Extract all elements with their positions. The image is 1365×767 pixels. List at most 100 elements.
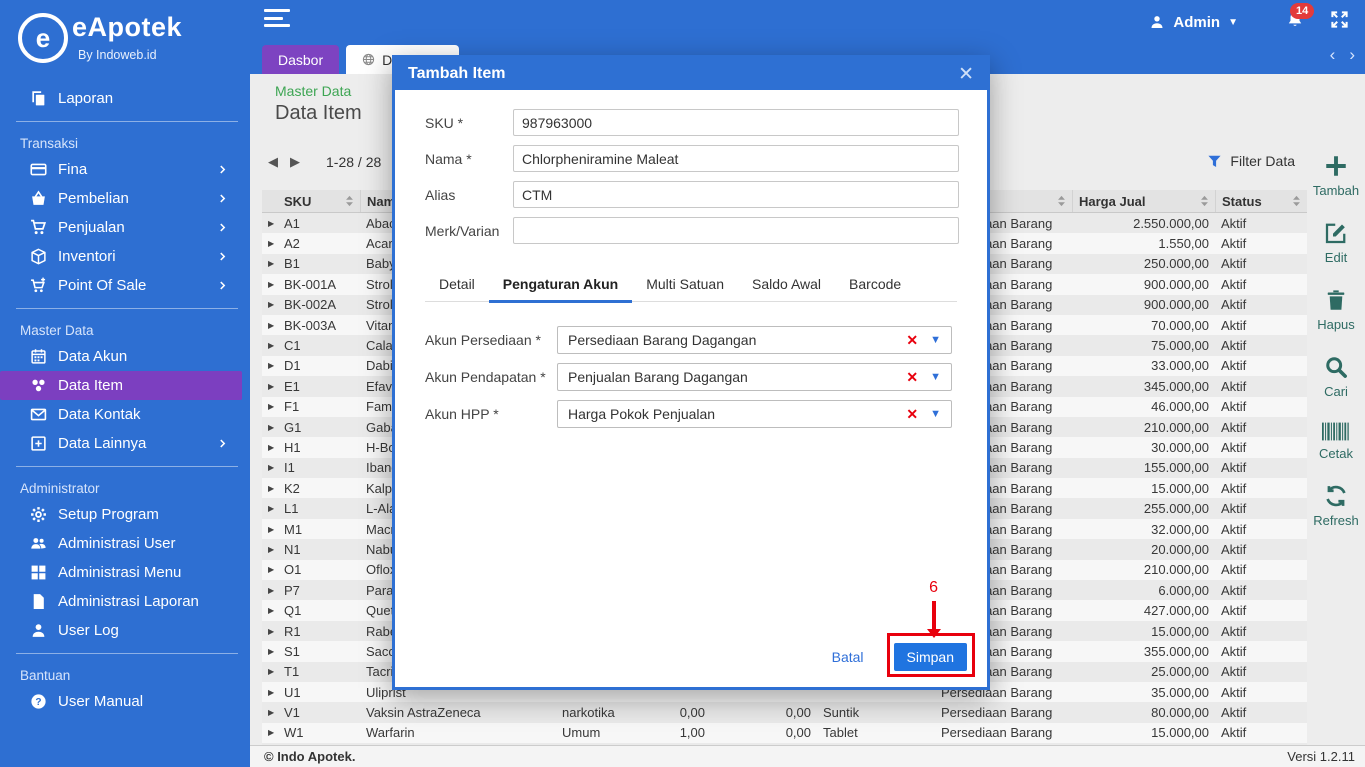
cetak-button[interactable]: Cetak (1319, 422, 1353, 461)
sku-input[interactable] (513, 109, 959, 136)
gear-icon (30, 506, 47, 523)
grid-icon (30, 564, 47, 581)
sidebar-item-user-manual[interactable]: ? User Manual (0, 687, 250, 716)
sidebar-item-laporan[interactable]: Laporan (0, 84, 250, 113)
batal-button[interactable]: Batal (832, 649, 864, 665)
brand: e eApotek By Indoweb.id (0, 0, 250, 84)
sidebar-item-data-item[interactable]: Data Item (0, 371, 242, 400)
row-expand-icon[interactable]: ▶ (262, 259, 278, 268)
table-row[interactable]: ▶ W1 Warfarin Umum 1,00 0,00 Tablet Persediaan … (262, 722, 1307, 744)
nama-input[interactable] (513, 145, 959, 172)
sidebar-item-user-log[interactable]: User Log (0, 616, 250, 645)
tab-scroll-right-icon[interactable]: › (1349, 46, 1355, 63)
table-row[interactable]: ▶ V1 Vaksin AstraZeneca narkotika 0,00 0,00 Su… (262, 702, 1307, 723)
tab-dasbor[interactable]: Dasbor (262, 45, 340, 74)
row-expand-icon[interactable]: ▶ (262, 463, 278, 472)
row-expand-icon[interactable]: ▶ (262, 606, 278, 615)
sidebar-item-data-akun[interactable]: Data Akun (0, 342, 250, 371)
tab-scroll-left-icon[interactable]: ‹ (1330, 46, 1336, 63)
sidebar-item-administrasi-user[interactable]: Administrasi User (0, 529, 250, 558)
row-expand-icon[interactable]: ▶ (262, 728, 278, 737)
row-expand-icon[interactable]: ▶ (262, 402, 278, 411)
column-header-status[interactable]: Status (1215, 190, 1307, 212)
caret-down-icon[interactable]: ▼ (930, 334, 941, 346)
row-expand-icon[interactable]: ▶ (262, 280, 278, 289)
alias-input[interactable] (513, 181, 959, 208)
page-prev-icon[interactable]: ◀ (268, 154, 278, 170)
fullscreen-button[interactable] (1330, 10, 1349, 34)
clear-icon[interactable]: ✕ (906, 406, 918, 423)
row-expand-icon[interactable]: ▶ (262, 586, 278, 595)
row-expand-icon[interactable]: ▶ (262, 525, 278, 534)
row-expand-icon[interactable]: ▶ (262, 443, 278, 452)
row-expand-icon[interactable]: ▶ (262, 300, 278, 309)
row-expand-icon[interactable]: ▶ (262, 361, 278, 370)
refresh-button[interactable]: Refresh (1313, 484, 1359, 528)
row-expand-icon[interactable]: ▶ (262, 627, 278, 636)
cell-sku: R1 (284, 623, 301, 639)
merk-varian-input[interactable] (513, 217, 959, 244)
modal-tab-detail[interactable]: Detail (425, 269, 489, 301)
modal-tab-barcode[interactable]: Barcode (835, 269, 915, 301)
notifications-button[interactable]: 14 (1286, 2, 1315, 34)
row-expand-icon[interactable]: ▶ (262, 341, 278, 350)
edit-icon (1324, 221, 1348, 245)
modal-tab-multi-satuan[interactable]: Multi Satuan (632, 269, 738, 301)
modal-tab-saldo-awal[interactable]: Saldo Awal (738, 269, 835, 301)
sidebar-item-pembelian[interactable]: Pembelian (0, 184, 250, 213)
row-expand-icon[interactable]: ▶ (262, 708, 278, 717)
row-expand-icon[interactable]: ▶ (262, 423, 278, 432)
akun-persediaan-select[interactable]: Persediaan Barang Dagangan ✕ ▼ (557, 326, 952, 354)
caret-down-icon[interactable]: ▼ (930, 371, 941, 383)
row-expand-icon[interactable]: ▶ (262, 484, 278, 493)
clear-icon[interactable]: ✕ (906, 332, 918, 349)
column-header-sku[interactable]: SKU (278, 190, 360, 212)
row-expand-icon[interactable]: ▶ (262, 504, 278, 513)
sidebar-item-inventori[interactable]: Inventori (0, 242, 250, 271)
sidebar-item-penjualan[interactable]: Penjualan (0, 213, 250, 242)
field-label: SKU * (425, 114, 464, 131)
sidebar-item-setup-program[interactable]: Setup Program (0, 500, 250, 529)
row-expand-icon[interactable]: ▶ (262, 219, 278, 228)
cell-status: Aktif (1221, 501, 1247, 517)
sidebar-item-data-kontak[interactable]: Data Kontak (0, 400, 250, 429)
row-expand-icon[interactable]: ▶ (262, 321, 278, 330)
caret-down-icon[interactable]: ▼ (930, 408, 941, 420)
cell-status: Aktif (1221, 664, 1247, 680)
sidebar-item-label: Administrasi Laporan (58, 593, 199, 610)
akun-hpp-select[interactable]: Harga Pokok Penjualan ✕ ▼ (557, 400, 952, 428)
row-expand-icon[interactable]: ▶ (262, 667, 278, 676)
basket-icon (30, 190, 47, 207)
sidebar-item-administrasi-laporan[interactable]: Administrasi Laporan (0, 587, 250, 616)
column-header-harga[interactable]: Harga Jual (1072, 190, 1215, 212)
row-expand-icon[interactable]: ▶ (262, 239, 278, 248)
field-label: Akun Persediaan * (425, 332, 541, 348)
hamburger-menu-icon[interactable] (264, 9, 290, 32)
close-icon[interactable]: ✕ (958, 65, 974, 84)
row-expand-icon[interactable]: ▶ (262, 565, 278, 574)
simpan-button[interactable]: Simpan (893, 643, 967, 671)
row-expand-icon[interactable]: ▶ (262, 545, 278, 554)
cell-sku: I1 (284, 460, 295, 476)
edit-button[interactable]: Edit (1324, 221, 1348, 265)
row-expand-icon[interactable]: ▶ (262, 382, 278, 391)
sidebar-item-administrasi-menu[interactable]: Administrasi Menu (0, 558, 250, 587)
modal-tab-pengaturan-akun[interactable]: Pengaturan Akun (488, 269, 633, 303)
sidebar-item-fina[interactable]: Fina (0, 155, 250, 184)
page-next-icon[interactable]: ▶ (290, 154, 300, 170)
expand-icon (1330, 10, 1349, 29)
akun-pendapatan-select[interactable]: Penjualan Barang Dagangan ✕ ▼ (557, 363, 952, 391)
row-expand-icon[interactable]: ▶ (262, 647, 278, 656)
hapus-button[interactable]: Hapus (1317, 288, 1355, 332)
notification-badge: 14 (1290, 2, 1315, 19)
sidebar-item-data-lainnya[interactable]: Data Lainnya (0, 429, 250, 458)
modal-title: Tambah Item (408, 65, 506, 82)
cell-harga: 900.000,00 (1143, 297, 1209, 313)
tambah-button[interactable]: Tambah (1313, 154, 1359, 198)
clear-icon[interactable]: ✕ (906, 369, 918, 386)
filter-data-button[interactable]: Filter Data (1207, 153, 1295, 169)
user-menu[interactable]: Admin ▼ (1149, 14, 1238, 31)
cari-button[interactable]: Cari (1324, 355, 1348, 399)
sidebar-item-point-of-sale[interactable]: Point Of Sale (0, 271, 250, 300)
row-expand-icon[interactable]: ▶ (262, 688, 278, 697)
